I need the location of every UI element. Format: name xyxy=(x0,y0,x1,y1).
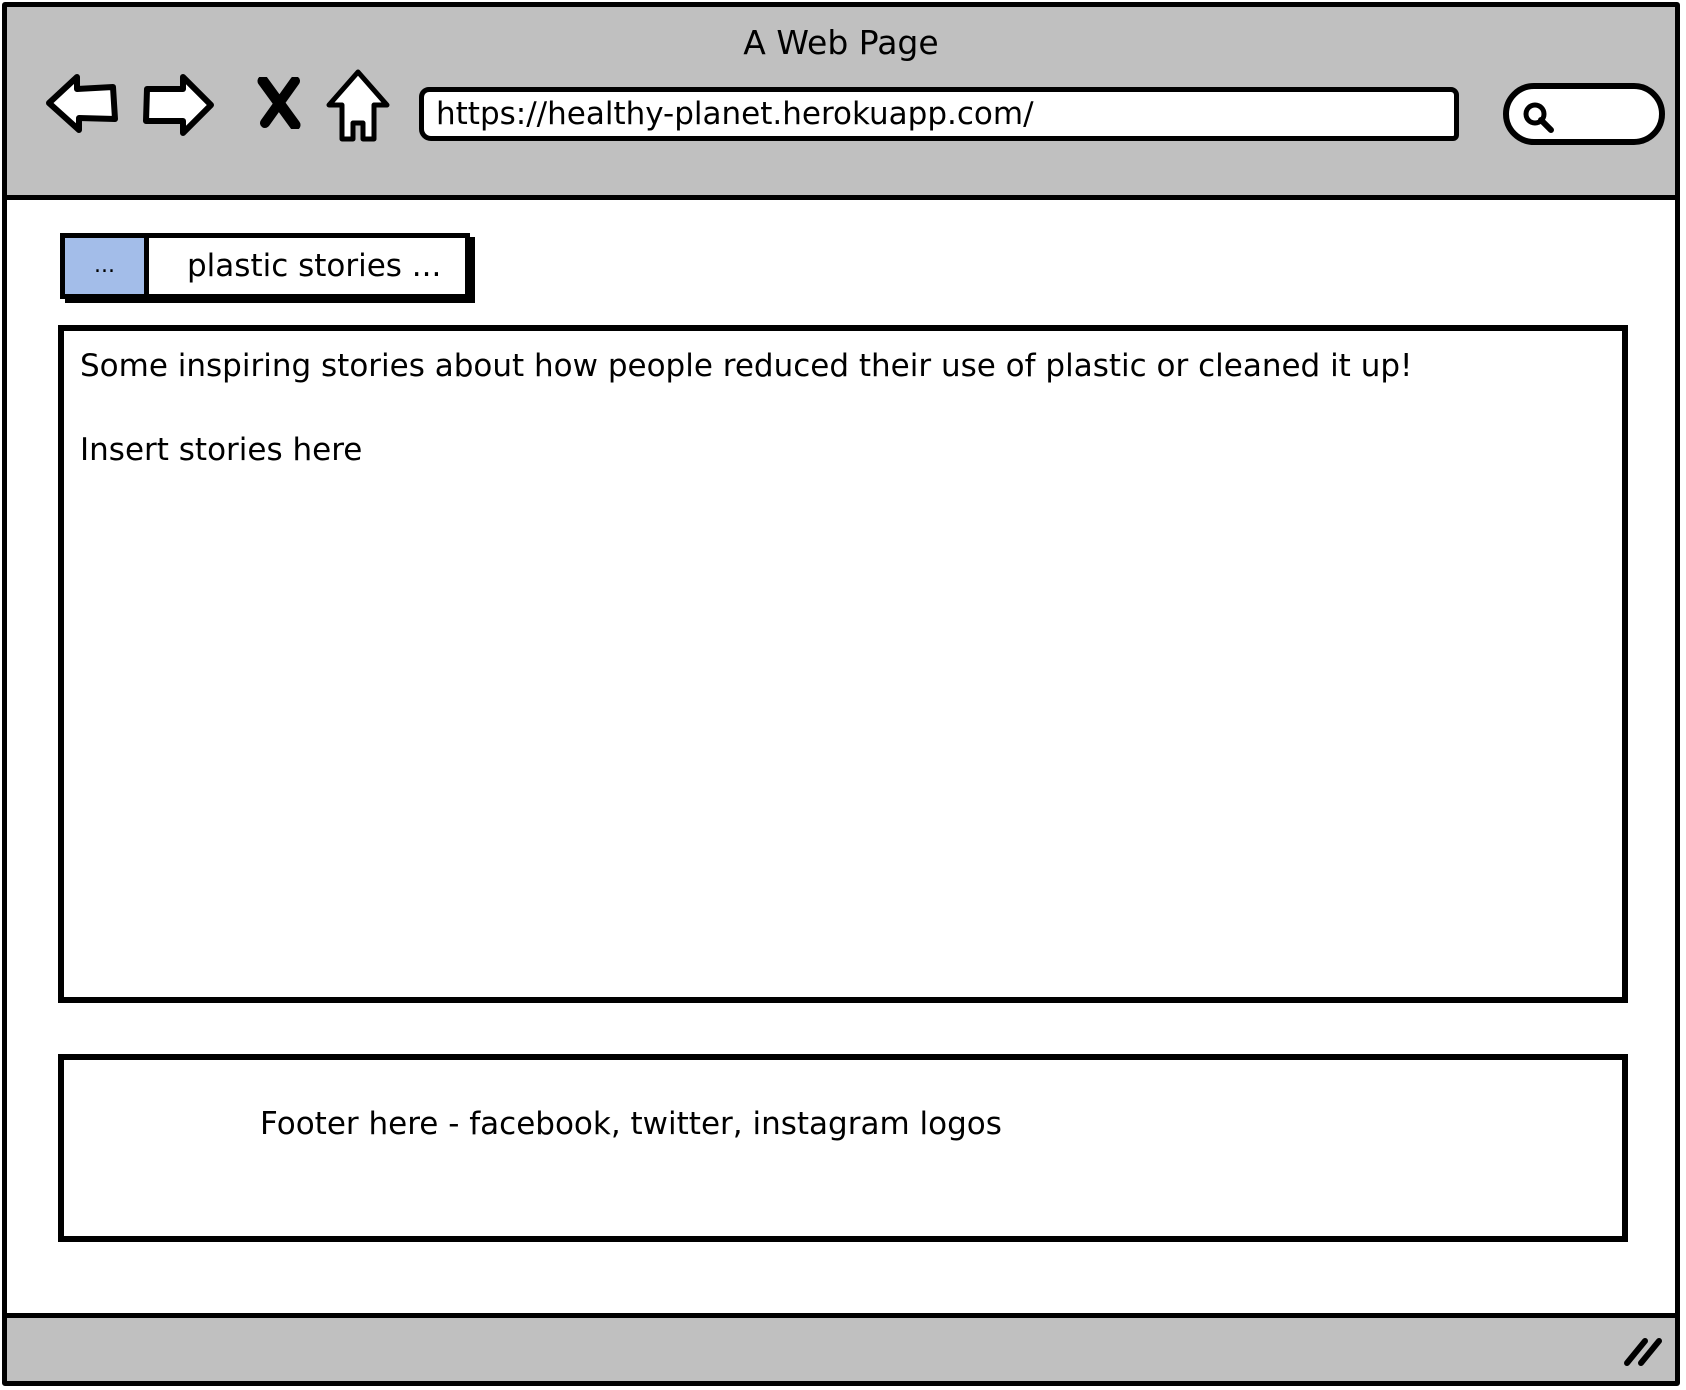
window-title: A Web Page xyxy=(743,23,939,62)
url-input[interactable]: https://healthy-planet.herokuapp.com/ xyxy=(419,87,1459,141)
stories-intro-text: Some inspiring stories about how people … xyxy=(80,348,1413,384)
breadcrumb-item-current: plastic stories ... xyxy=(187,248,442,284)
breadcrumb-item-root[interactable]: ... xyxy=(65,238,149,294)
back-arrow-icon[interactable] xyxy=(43,71,119,135)
stories-content-panel: Some inspiring stories about how people … xyxy=(58,325,1628,1003)
breadcrumb: ... plastic stories ... xyxy=(60,233,470,299)
resize-grip-icon[interactable] xyxy=(1621,1331,1665,1373)
stories-placeholder-text: Insert stories here xyxy=(80,432,363,468)
browser-toolbar: A Web Page https://healthy-planet.heroku… xyxy=(7,7,1675,200)
footer-text: Footer here - facebook, twitter, instagr… xyxy=(260,1106,1002,1142)
close-icon[interactable] xyxy=(257,77,301,129)
browser-window: A Web Page https://healthy-planet.heroku… xyxy=(2,2,1680,1386)
footer: Footer here - facebook, twitter, instagr… xyxy=(58,1054,1628,1242)
home-icon[interactable] xyxy=(325,67,391,143)
forward-arrow-icon[interactable] xyxy=(141,71,217,139)
status-bar xyxy=(7,1313,1675,1381)
search-icon xyxy=(1521,100,1557,140)
search-input[interactable] xyxy=(1503,83,1665,145)
